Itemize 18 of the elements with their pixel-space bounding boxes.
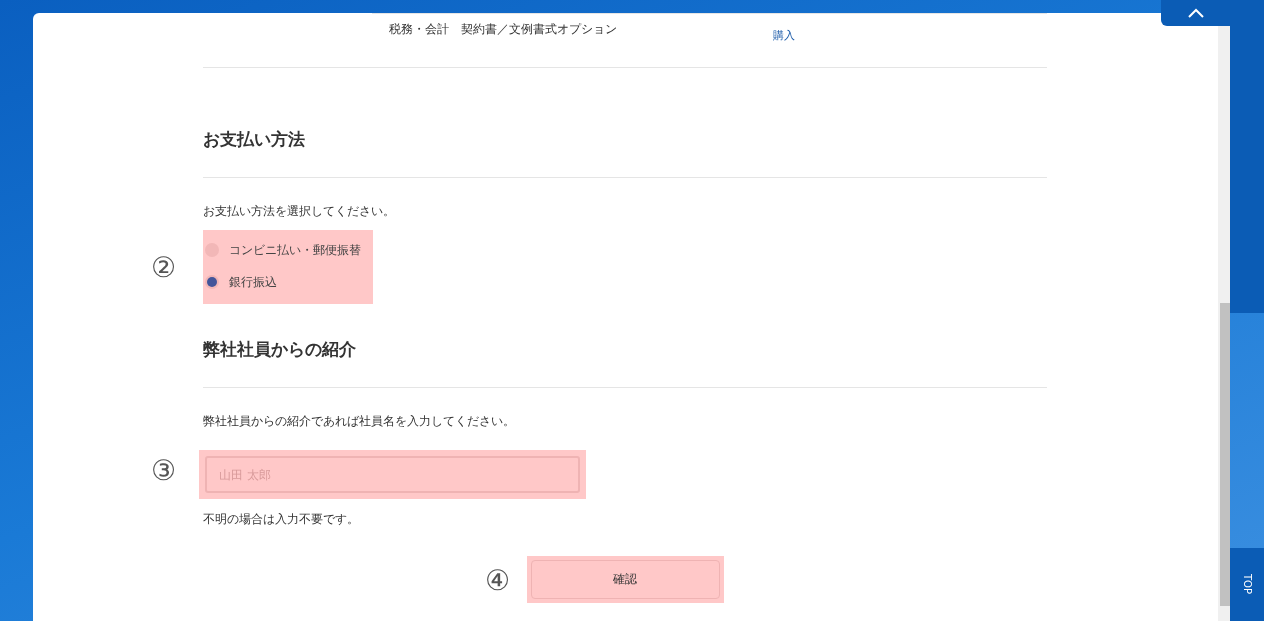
instruction-text: 弊社社員からの紹介であれば社員名を入力してください。 [203,413,516,430]
top-button[interactable]: TOP [1230,548,1264,621]
section-heading: 弊社社員からの紹介 [203,304,1047,388]
annotation-number: ④ [485,563,511,596]
instruction-text: お支払い方法を選択してください。 [203,203,396,220]
product-name: 税務・会計 契約書／文例書式オプション [388,21,618,38]
annotation-number: ② [151,250,177,284]
section-heading: お支払い方法 [203,67,1047,178]
annotation-number: ③ [151,453,177,486]
scrollbar[interactable] [1218,26,1230,621]
note-text: 不明の場合は入力不要です。 [203,511,360,528]
confirm-button[interactable]: 確認 [530,560,720,599]
scroll-up-button[interactable] [1161,0,1230,26]
radio-button[interactable] [207,277,217,287]
radio-option[interactable]: コンビニ払い・郵便振替 [203,234,373,266]
radio-option[interactable]: 銀行振込 [203,266,373,298]
purchase-link[interactable]: 購入 [773,28,795,67]
chevron-up-icon [1187,8,1204,18]
